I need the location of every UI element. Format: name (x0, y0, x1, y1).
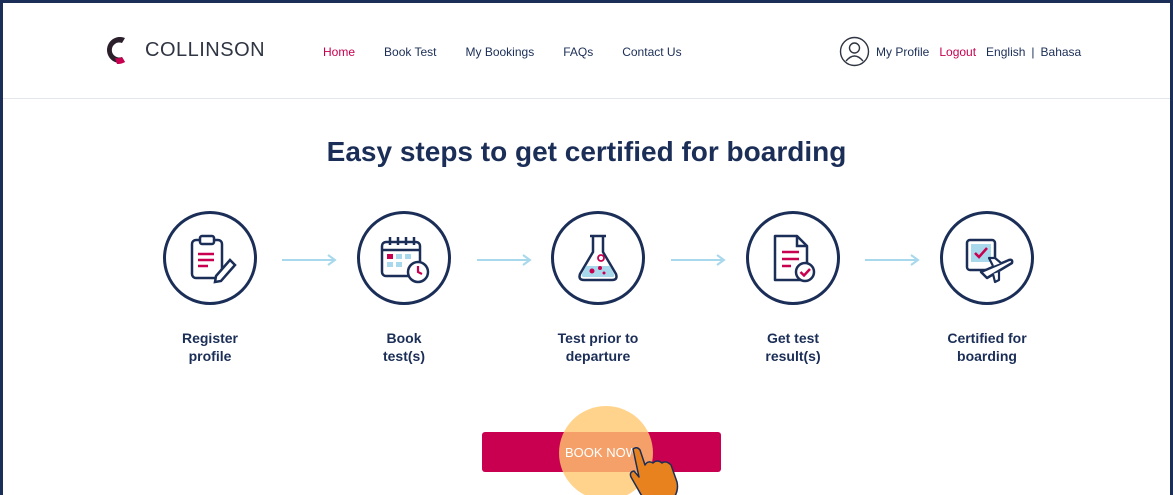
step-book-tests (357, 211, 451, 305)
clipboard-pencil-icon (190, 234, 237, 284)
logout-link[interactable]: Logout (939, 45, 976, 59)
nav-home[interactable]: Home (323, 45, 355, 59)
step-label-test-prior-departure: Test prior to departure (523, 329, 673, 365)
step-2-line1: Book (386, 330, 422, 346)
nav-book-test[interactable]: Book Test (384, 45, 436, 59)
step-label-get-test-results: Get test result(s) (718, 329, 868, 365)
book-now-button[interactable] (482, 432, 721, 472)
step-5-line2: boarding (957, 348, 1017, 364)
step-label-certified-boarding: Certified for boarding (912, 329, 1062, 365)
logo-text: COLLINSON (145, 38, 266, 61)
collinson-logo-icon (107, 37, 125, 65)
step-4-line1: Get test (766, 330, 820, 346)
step-label-book-tests: Book test(s) (329, 329, 479, 365)
my-profile-link[interactable]: My Profile (876, 45, 929, 59)
step-certified-boarding (940, 211, 1034, 305)
certificate-plane-icon (965, 238, 1014, 284)
step-get-test-results (746, 211, 840, 305)
language-separator: | (1031, 44, 1035, 59)
browser-frame: COLLINSON Home Book Test My Bookings FAQ… (0, 0, 1173, 495)
lab-flask-icon (578, 234, 618, 282)
main-nav: Home Book Test My Bookings FAQs Contact … (323, 45, 711, 59)
step-label-register-profile: Register profile (135, 329, 285, 365)
step-arrow-4 (865, 254, 920, 266)
step-5-line1: Certified for (947, 330, 1027, 346)
step-1-line1: Register (181, 330, 239, 346)
page-title: Easy steps to get certified for boarding (326, 136, 847, 167)
step-3-line2: departure (565, 348, 631, 364)
step-4-line2: result(s) (765, 348, 821, 364)
step-arrow-2 (477, 254, 532, 266)
user-circle-icon[interactable] (839, 36, 870, 67)
step-arrow-1 (282, 254, 337, 266)
header-account: My Profile Logout English | Bahasa (839, 36, 1081, 67)
step-2-line2: test(s) (382, 348, 425, 364)
nav-contact-us[interactable]: Contact Us (622, 45, 681, 59)
step-register-profile (163, 211, 257, 305)
step-1-line2: profile (188, 348, 232, 364)
site-header: COLLINSON Home Book Test My Bookings FAQ… (3, 3, 1170, 99)
step-arrow-3 (671, 254, 726, 266)
calendar-clock-icon (380, 237, 430, 284)
collinson-logo[interactable]: COLLINSON (101, 33, 265, 67)
document-check-icon (773, 234, 816, 283)
step-3-line1: Test prior to (557, 330, 639, 346)
language-bahasa[interactable]: Bahasa (1041, 45, 1082, 59)
nav-my-bookings[interactable]: My Bookings (466, 45, 535, 59)
nav-faqs[interactable]: FAQs (563, 45, 593, 59)
language-english[interactable]: English (986, 45, 1025, 59)
step-test-prior-departure (551, 211, 645, 305)
